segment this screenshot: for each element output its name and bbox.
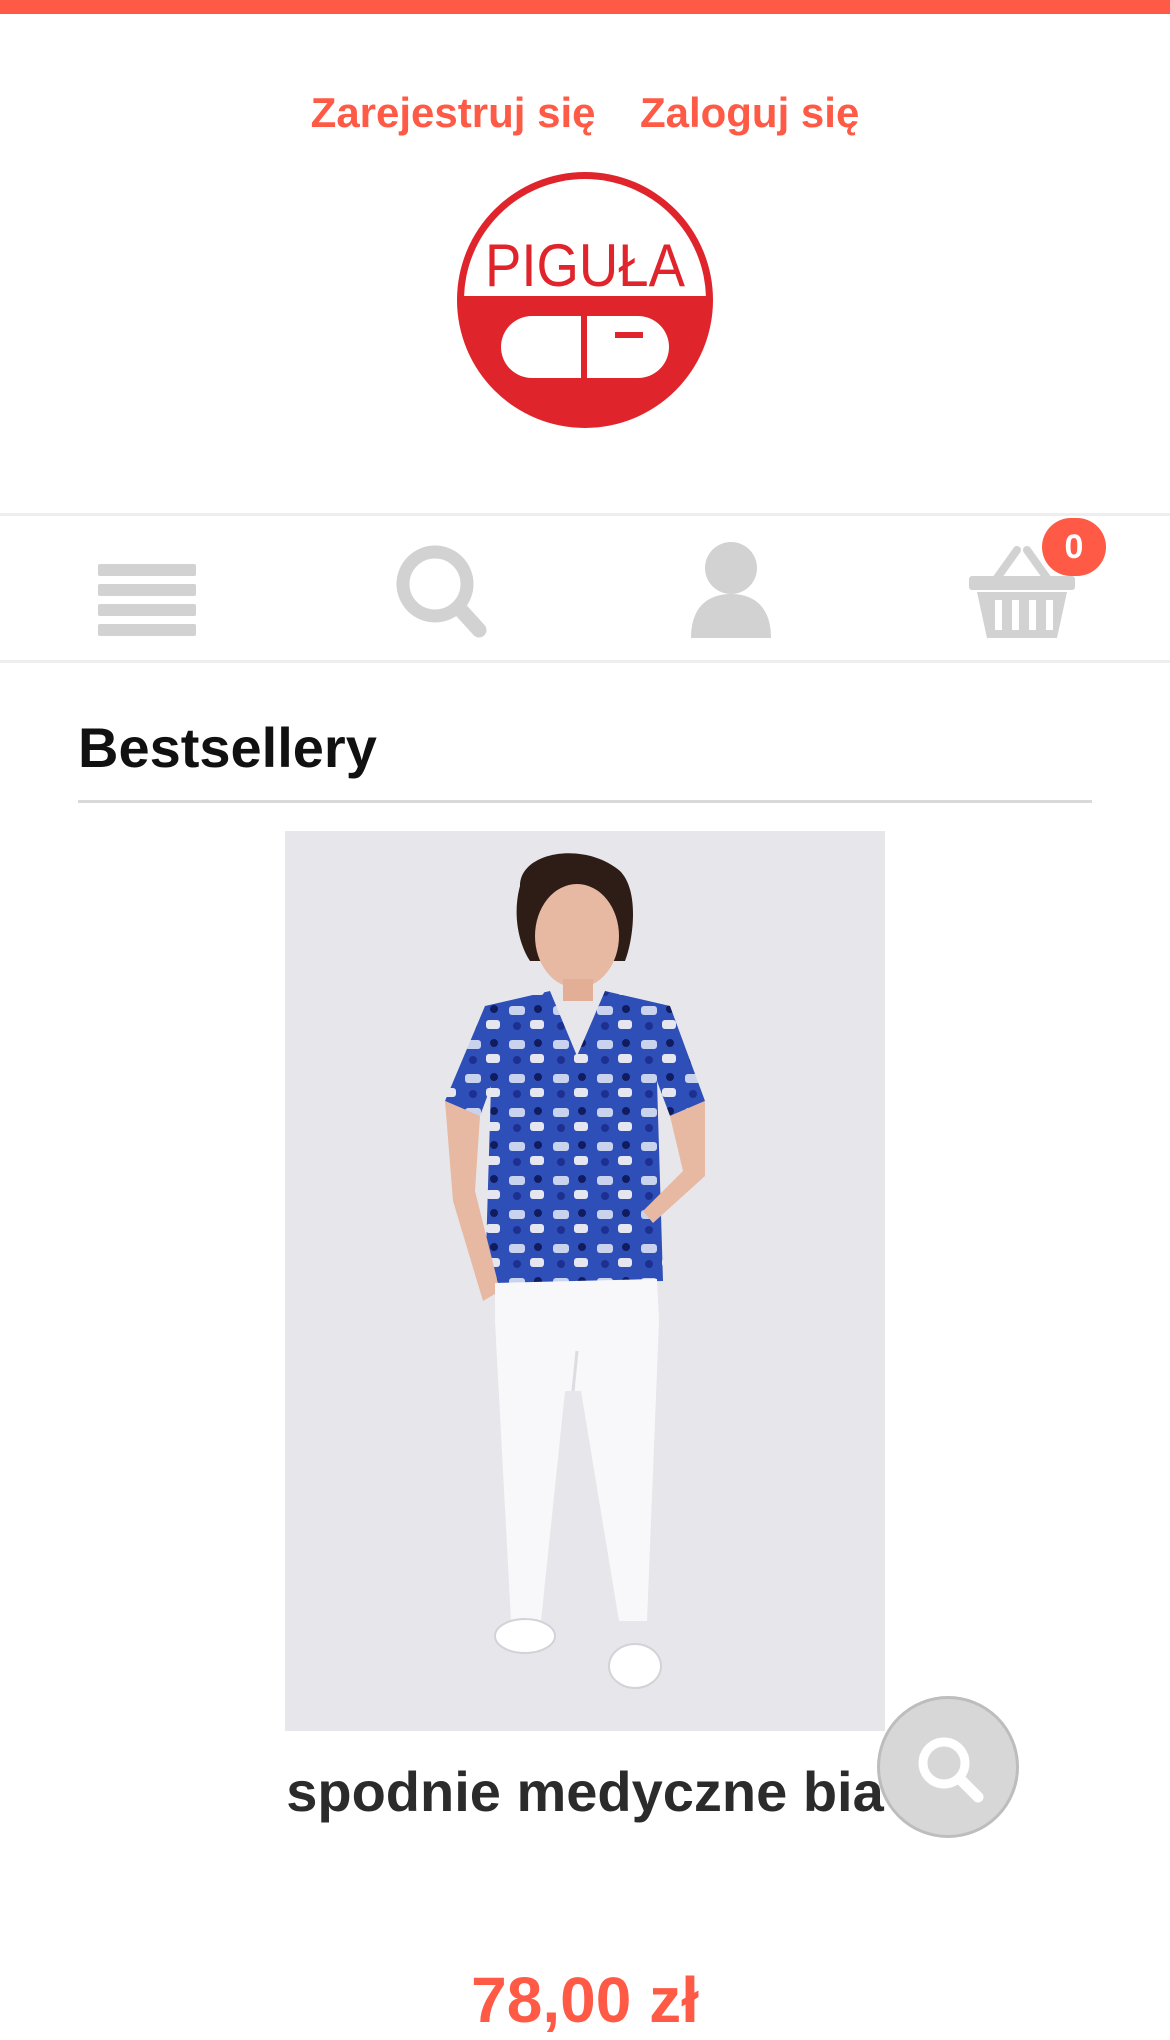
zoom-button[interactable]	[877, 1696, 1019, 1838]
logo-text: PIGUŁA	[485, 232, 685, 299]
product-price: 78,00 zł	[471, 1964, 699, 2036]
search-icon[interactable]	[375, 534, 505, 644]
top-accent-bar	[0, 0, 1170, 14]
icon-toolbar	[0, 513, 1170, 663]
section-title: Bestsellery	[78, 716, 377, 779]
cart-count-badge: 0	[1042, 518, 1106, 576]
user-icon[interactable]	[666, 534, 796, 644]
auth-links: Zarejestruj się Zaloguj się	[0, 82, 1170, 144]
section-divider	[78, 800, 1092, 803]
product-image[interactable]	[285, 831, 885, 1731]
search-icon	[918, 1737, 984, 1803]
register-link[interactable]: Zarejestruj się	[311, 82, 596, 144]
login-link[interactable]: Zaloguj się	[640, 82, 859, 144]
site-logo[interactable]: PIGUŁA	[455, 170, 715, 430]
hamburger-menu-icon[interactable]	[82, 534, 212, 644]
